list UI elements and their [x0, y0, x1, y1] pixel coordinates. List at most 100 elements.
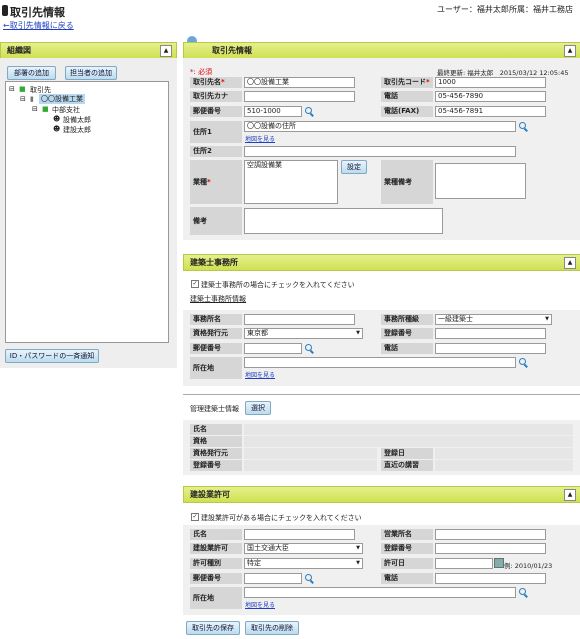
client-kana-input[interactable] [244, 91, 355, 102]
permit-date-input[interactable] [435, 558, 493, 569]
map-link[interactable]: 地図を見る [245, 370, 275, 379]
label-reg-no: 登録番号 [381, 328, 433, 339]
con-reg-no-input[interactable] [435, 543, 546, 554]
search-icon[interactable] [305, 344, 312, 351]
title-marker-icon [2, 5, 8, 16]
mgr-course-value [435, 460, 573, 471]
person-icon: ☻ [53, 115, 61, 123]
collapse-icon[interactable]: ▲ [564, 489, 576, 501]
search-icon[interactable] [519, 588, 526, 595]
tree-company[interactable]: 〇〇設備工業 [39, 94, 85, 104]
mgr-reg-no-value [244, 460, 377, 471]
client-code-input[interactable]: 1000 [435, 77, 546, 88]
tree-toggle-icon[interactable]: ⊟ [20, 95, 26, 103]
folder-icon: ■ [42, 105, 49, 113]
office-grade-select[interactable]: 一級建築士 [435, 314, 552, 325]
label-con-reg-no: 登録番号 [381, 543, 433, 554]
arch-tel-input[interactable] [435, 343, 546, 354]
folder-icon: ■ [19, 85, 26, 93]
permit-type-select[interactable]: 特定 [244, 558, 363, 569]
label-client-name: 取引先名* [190, 77, 242, 88]
divider [183, 394, 580, 395]
con-addr-input[interactable] [244, 587, 516, 598]
label-arch-zip: 郵便番号 [190, 343, 242, 354]
label-mgr-issuer: 資格発行元 [190, 448, 242, 459]
industry-list[interactable]: 空調設備業 [244, 160, 338, 204]
mgr-name-value [244, 424, 573, 435]
add-person-button[interactable]: 担当者の追加 [65, 66, 117, 80]
label-con-office: 営業所名 [381, 529, 433, 540]
collapse-icon[interactable]: ▲ [160, 45, 172, 57]
tel-input[interactable]: 05-456-7890 [435, 91, 546, 102]
label-permit-date: 許可日 [381, 558, 433, 569]
save-button[interactable]: 取引先の保存 [186, 621, 240, 635]
label-industry-note: 業種備考 [381, 160, 433, 204]
org-panel-header: 組織図 ▲ [0, 42, 177, 59]
tree-toggle-icon[interactable]: ⊟ [9, 85, 15, 93]
remarks-textarea[interactable] [244, 208, 443, 234]
tree-person[interactable]: 建設太郎 [63, 125, 91, 135]
date-hint: 例: 2010/01/23 [504, 562, 553, 570]
con-name-input[interactable] [244, 529, 355, 540]
search-icon[interactable] [519, 122, 526, 129]
zip-input[interactable]: 510-1000 [244, 106, 302, 117]
tree-branch[interactable]: 中部支社 [52, 105, 80, 115]
permit-select[interactable]: 国土交通大臣 [244, 543, 363, 554]
search-icon[interactable] [519, 358, 526, 365]
con-tel-input[interactable] [435, 573, 546, 584]
label-industry: 業種* [190, 160, 242, 204]
architect-check-label: 建築士事務所の場合にチェックを入れてください [201, 281, 355, 289]
industry-note-textarea[interactable] [435, 163, 526, 199]
org-panel-title: 組織図 [7, 46, 31, 55]
label-tel: 電話 [381, 91, 433, 102]
issuer-select[interactable]: 東京都 [244, 328, 363, 339]
label-address2: 住所2 [190, 146, 242, 157]
reg-no-input[interactable] [435, 328, 546, 339]
delete-button[interactable]: 取引先の削除 [245, 621, 299, 635]
label-issuer: 資格発行元 [190, 328, 242, 339]
add-dept-button[interactable]: 部署の追加 [7, 66, 56, 80]
back-link[interactable]: ←取引先情報に戻る [3, 20, 74, 31]
label-mgr-qual: 資格 [190, 436, 242, 447]
select-button[interactable]: 選択 [245, 401, 271, 415]
label-con-zip: 郵便番号 [190, 573, 242, 584]
collapse-icon[interactable]: ▲ [564, 45, 576, 57]
manager-title: 管理建築士情報 [190, 405, 239, 413]
label-office-name: 事務所名 [190, 314, 242, 325]
building-icon: ▮ [30, 95, 34, 103]
office-name-input[interactable] [244, 314, 355, 325]
label-remarks: 備考 [190, 207, 242, 235]
search-icon[interactable] [305, 574, 312, 581]
tree-toggle-icon[interactable]: ⊟ [32, 105, 38, 113]
label-client-code: 取引先コード* [381, 77, 433, 88]
user-name: ユーザー：福井太郎 [437, 5, 509, 14]
notify-button[interactable]: ID・パスワードの一斉通知 [5, 349, 99, 363]
construction-panel-title: 建設業許可 [190, 490, 230, 499]
tree-person[interactable]: 設備太郎 [63, 115, 91, 125]
search-icon[interactable] [305, 107, 312, 114]
client-name-input[interactable]: 〇〇設備工業 [244, 77, 355, 88]
label-address1: 住所1 [190, 121, 242, 143]
industry-set-button[interactable]: 設定 [341, 160, 367, 174]
label-zip: 郵便番号 [190, 106, 242, 117]
con-office-input[interactable] [435, 529, 546, 540]
arch-zip-input[interactable] [244, 343, 302, 354]
con-zip-input[interactable] [244, 573, 302, 584]
architect-panel-header: 建築士事務所 ▲ [183, 254, 580, 271]
arch-addr-input[interactable] [244, 357, 516, 368]
construction-check-label: 建設業許可がある場合にチェックを入れてください [201, 514, 362, 522]
org-tree: ⊟ ■ 取引先 ⊟ ▮ 〇〇設備工業 ⊟ ■ 中部支社 ☻ 設備太郎 ☻ 建設太… [5, 81, 169, 343]
mgr-reg-date-value [435, 448, 573, 459]
fax-input[interactable]: 05-456-7891 [435, 106, 546, 117]
client-panel-title: 取引先情報 [212, 46, 252, 55]
mgr-qual-value [244, 436, 573, 447]
label-arch-tel: 電話 [381, 343, 433, 354]
map-link[interactable]: 地図を見る [245, 600, 275, 609]
architect-checkbox[interactable]: ✓ [191, 280, 199, 288]
address1-input[interactable]: 〇〇設備の住所 [244, 121, 516, 132]
calendar-icon[interactable] [494, 558, 504, 568]
construction-checkbox[interactable]: ✓ [191, 513, 199, 521]
address2-input[interactable] [244, 146, 516, 157]
collapse-icon[interactable]: ▲ [564, 257, 576, 269]
map-link[interactable]: 地図を見る [245, 134, 275, 143]
